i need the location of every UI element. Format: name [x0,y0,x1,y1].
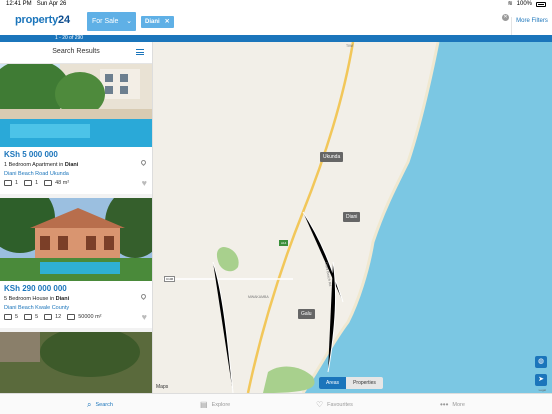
road-sign-a14: A14 [279,240,289,246]
app-logo[interactable]: property24 [15,14,70,26]
status-time: 12:41 PM [6,1,32,7]
listing-description: 5 Bedroom House in Diani [4,296,70,302]
chevron-down-icon: ⌄ [126,18,132,25]
listing-features: 5 5 12 50000 m² [4,314,148,320]
map-label-galu[interactable]: Galu [298,309,315,319]
listing-features: 1 1 48 m² [4,180,148,186]
listing-card[interactable]: KSh 5 000 000 1 Bedroom Apartment in Dia… [0,64,152,194]
bath-icon [24,314,33,320]
areas-toggle[interactable]: Areas [319,377,347,389]
results-header: Search Results [0,42,152,64]
heart-icon[interactable]: ♥ [142,178,147,188]
road-sign-c106: C106 [164,276,176,282]
location-chip-label: Diani [145,19,160,25]
place-label: MWAKAMBA [248,295,269,299]
battery-icon [536,1,546,7]
tab-bar: ⌕ Search ▤ Explore ♡ Favourites ••• More [0,393,552,414]
listing-address: Diani Beach Road Ukunda [4,171,69,177]
wifi-icon: ≋ [507,1,513,7]
map-label-ukunda[interactable]: Ukunda [320,152,344,162]
map-label-diani[interactable]: Diani [343,212,361,222]
bed-icon [4,314,12,320]
ellipsis-icon: ••• [440,400,449,409]
listing-card[interactable] [0,332,152,393]
for-sale-label: For Sale [92,18,119,25]
listing-price: KSh 290 000 000 [4,284,67,293]
listing-description: 1 Bedroom Apartment in Diani [4,162,79,168]
tab-more[interactable]: ••• More [440,400,465,409]
listing-price: KSh 5 000 000 [4,150,58,159]
clear-search-icon[interactable]: ✕ [502,14,509,21]
bath-icon [24,180,33,186]
location-chip[interactable]: Diani ✕ [141,16,174,28]
apple-maps-logo: Maps [156,384,169,390]
battery-label: 100% [516,1,532,7]
close-icon[interactable]: ✕ [165,16,170,28]
results-count: 1 - 20 of 290 [55,35,84,41]
locate-icon[interactable]: ➤ [535,374,547,386]
tab-favourites[interactable]: ♡ Favourites [316,400,353,409]
properties-toggle[interactable]: Properties [346,377,383,389]
results-sidebar: Search Results KSh 5 000 000 1 Bedroom A… [0,42,153,393]
list-menu-icon[interactable] [136,49,144,55]
globe-icon[interactable]: ◍ [535,356,547,368]
legal-link[interactable]: Legal [539,388,546,392]
listing-card[interactable]: KSh 290 000 000 5 Bedroom House in Diani… [0,198,152,328]
app-header: property24 For Sale ⌄ Diani ✕ ✕ More Fil… [0,8,552,43]
bed-icon [4,180,12,186]
listing-photo[interactable] [0,332,152,393]
results-title: Search Results [52,48,100,55]
search-icon: ⌕ [87,400,92,409]
listing-photo[interactable] [0,64,152,147]
map-icon: ▤ [200,400,208,409]
tab-explore[interactable]: ▤ Explore [200,400,230,409]
status-bar: 12:41 PM Sun Apr 26 ≋ 100% [0,0,552,8]
parking-icon [44,314,53,320]
heart-icon: ♡ [316,400,324,409]
listing-photo[interactable] [0,198,152,281]
floor-size-icon [67,314,76,320]
results-count-bar: 1 - 20 of 290 [0,35,552,42]
heart-icon[interactable]: ♥ [142,312,147,322]
floor-size-icon [44,180,53,186]
map-mode-toggle[interactable]: Areas Properties [319,377,383,389]
listing-address: Diani Beach Kwale County [4,305,70,311]
tab-search[interactable]: ⌕ Search [87,400,113,410]
place-label: TIWI [346,44,354,48]
map-view[interactable]: Ukunda Diani Galu A14 C106 MWAKAMBA TIWI… [153,42,552,393]
for-sale-select[interactable]: For Sale ⌄ [87,12,136,31]
status-date: Sun Apr 26 [36,1,67,7]
